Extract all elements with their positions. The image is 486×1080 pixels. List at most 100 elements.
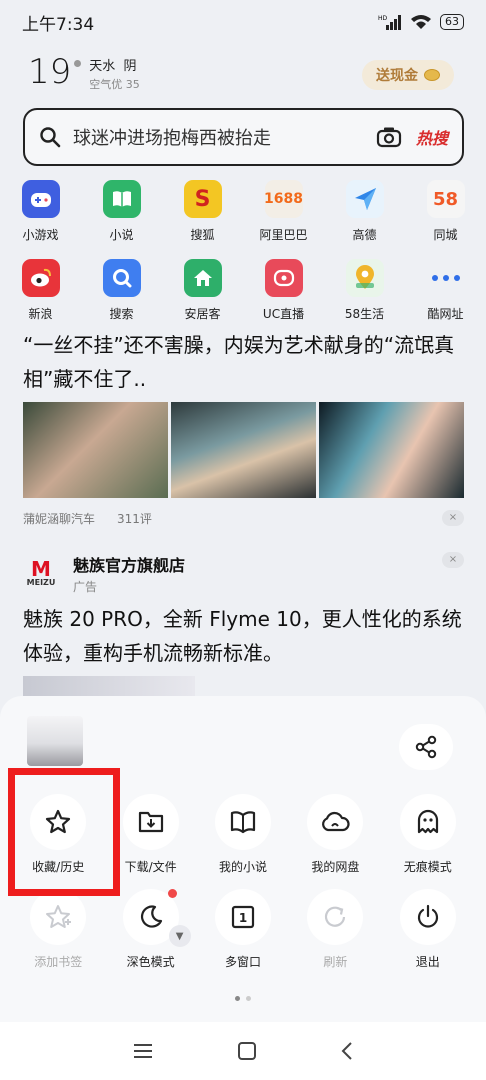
degree-mark (74, 60, 82, 67)
battery-indicator: 63 (440, 14, 464, 30)
chevron-down-icon[interactable]: ▼ (168, 925, 191, 947)
app-sina[interactable]: 新浪 (0, 259, 81, 322)
app-uc-live[interactable]: UC直播 (243, 259, 324, 322)
app-novel[interactable]: 小说 (81, 180, 162, 243)
menu-incognito-mode[interactable]: 无痕模式 (382, 794, 474, 875)
menu-label: 退出 (415, 955, 440, 969)
cash-reward-label: 送现金 (376, 68, 418, 84)
meizu-logo: M MEIZU (26, 557, 56, 587)
cash-reward-button[interactable]: 送现金 (362, 60, 454, 90)
menu-exit[interactable]: 退出 (382, 889, 474, 970)
weibo-icon (21, 259, 60, 297)
app-more-sites[interactable]: 酷网址 (405, 259, 486, 322)
menu-sheet: 收藏/历史 下载/文件 我的小说 我的网盘 无痕模式 添加书签 ▼ 深色模式 1… (0, 696, 486, 1022)
camera-icon[interactable] (376, 126, 402, 148)
dismiss-news-button[interactable]: × (442, 510, 464, 526)
svg-text:1: 1 (239, 911, 247, 925)
app-label: 同城 (433, 228, 458, 242)
open-book-icon (230, 811, 256, 834)
app-58-life[interactable]: 58生活 (324, 259, 405, 322)
page-indicator (0, 996, 486, 1001)
app-amap[interactable]: 高德 (324, 180, 405, 243)
menu-label: 深色模式 (126, 955, 175, 969)
ad-text[interactable]: 魅族 20 PRO，全新 Flyme 10，更人性化的系统体验，重构手机流畅新标… (23, 602, 468, 670)
ad-header[interactable]: M MEIZU 魅族官方旗舰店 广告 (23, 552, 185, 595)
app-sohu[interactable]: S 搜狐 (162, 180, 243, 243)
app-label: 58生活 (344, 307, 385, 321)
hot-search-button[interactable]: 热搜 (416, 125, 448, 149)
app-label: 搜狐 (190, 228, 215, 242)
amap-icon (345, 180, 384, 218)
book-icon (102, 180, 141, 218)
page-dot-active (235, 996, 240, 1001)
menu-my-novels[interactable]: 我的小说 (197, 794, 289, 875)
share-icon (415, 735, 437, 759)
more-icon (427, 259, 465, 297)
app-label: 酷网址 (427, 307, 464, 321)
news-image-strip[interactable] (23, 402, 464, 498)
news-image (23, 402, 168, 498)
app-search[interactable]: 搜索 (81, 259, 162, 322)
dismiss-ad-button[interactable]: × (442, 552, 464, 568)
download-folder-icon (138, 811, 163, 833)
window-icon: 1 (231, 905, 255, 929)
cloud-icon (322, 811, 350, 832)
58-icon: 58 (426, 180, 465, 218)
system-nav-bar (0, 1022, 486, 1080)
moon-icon (140, 905, 162, 928)
menu-label: 我的小说 (218, 860, 267, 874)
air-quality: 空气优 35 (89, 78, 140, 91)
menu-favorites-history[interactable]: 收藏/历史 (12, 794, 104, 875)
search-input[interactable]: 球迷冲进场抱梅西被抬走 (73, 124, 376, 150)
app-label: 安居客 (184, 307, 221, 321)
ad-store-name: 魅族官方旗舰店 (73, 556, 186, 575)
app-label: 小游戏 (22, 228, 59, 242)
weather-city-condition: 天水 阴 (89, 59, 137, 74)
back-icon[interactable] (340, 1041, 354, 1061)
app-anjuke[interactable]: 安居客 (162, 259, 243, 322)
share-button[interactable] (399, 724, 453, 770)
location-icon (345, 259, 384, 297)
avatar[interactable] (27, 716, 83, 766)
power-icon (417, 904, 438, 928)
app-alibaba[interactable]: 1688 阿里巴巴 (243, 180, 324, 243)
live-icon (264, 259, 303, 297)
menu-downloads-files[interactable]: 下载/文件 (104, 794, 196, 875)
menu-icon[interactable] (132, 1042, 154, 1060)
app-label: 搜索 (109, 307, 134, 321)
news-comments: 311评 (117, 512, 152, 526)
weather-widget[interactable]: 19 天水 阴 空气优 35 (28, 52, 140, 92)
app-label: UC直播 (262, 307, 305, 321)
menu-multi-window[interactable]: 1 多窗口 (197, 889, 289, 970)
sohu-icon: S (183, 180, 222, 218)
status-bar: 上午7:34 HD 63 (0, 0, 486, 44)
news-title[interactable]: “一丝不挂”还不害臊，内娱为艺术献身的“流氓真相”藏不住了.. (23, 328, 468, 396)
news-image (319, 402, 464, 498)
home-icon[interactable] (237, 1041, 257, 1061)
menu-label: 无痕模式 (403, 860, 452, 874)
news-source: 蒲妮涵聊汽车 (23, 512, 96, 526)
menu-dark-mode[interactable]: ▼ 深色模式 (104, 889, 196, 970)
app-58-tongcheng[interactable]: 58 同城 (405, 180, 486, 243)
coin-icon (424, 69, 440, 81)
menu-label: 收藏/历史 (32, 860, 85, 874)
menu-label: 下载/文件 (124, 860, 177, 874)
status-icons: HD 63 (378, 14, 464, 30)
app-shortcut-grid: 小游戏 小说 S 搜狐 1688 阿里巴巴 高德 58 同城 新浪 搜索 安居客… (0, 180, 486, 322)
alibaba-icon: 1688 (264, 180, 303, 218)
search-icon (40, 127, 61, 148)
app-mini-games[interactable]: 小游戏 (0, 180, 81, 243)
house-icon (183, 259, 222, 297)
game-icon (21, 180, 60, 218)
menu-label: 添加书签 (34, 955, 83, 969)
menu-add-bookmark[interactable]: 添加书签 (12, 889, 104, 970)
svg-text:HD: HD (378, 15, 388, 22)
ad-tag: 广告 (73, 580, 98, 594)
search-bar[interactable]: 球迷冲进场抱梅西被抬走 热搜 (23, 108, 464, 166)
signal-icon: HD (378, 15, 401, 30)
menu-refresh[interactable]: 刷新 (289, 889, 381, 970)
news-image (171, 402, 316, 498)
menu-my-cloud-drive[interactable]: 我的网盘 (289, 794, 381, 875)
add-star-icon (46, 905, 72, 928)
menu-grid: 收藏/历史 下载/文件 我的小说 我的网盘 无痕模式 添加书签 ▼ 深色模式 1… (12, 794, 474, 970)
